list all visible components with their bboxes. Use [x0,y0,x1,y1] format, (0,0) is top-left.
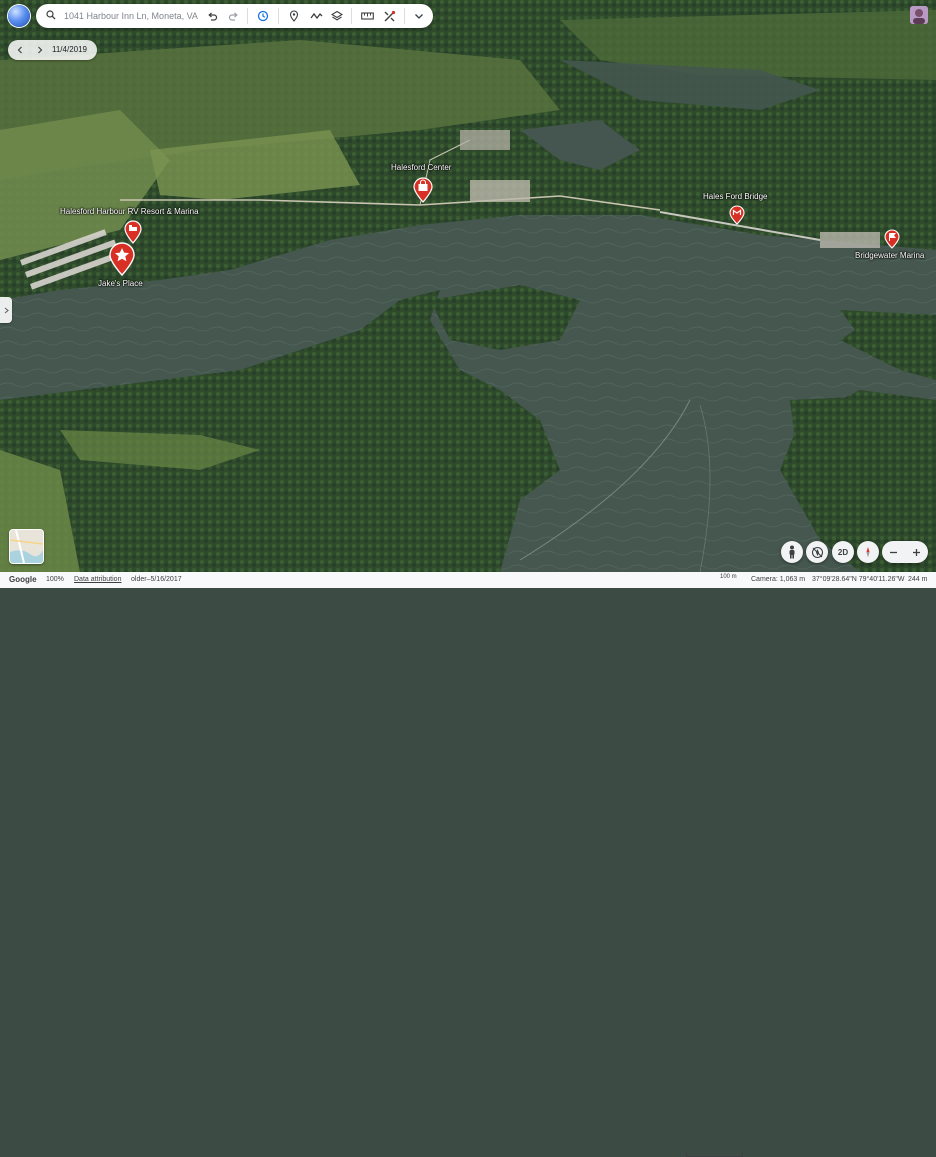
scale-bar [686,1151,743,1157]
pegman-icon [789,545,795,559]
place-label[interactable]: Hales Ford Bridge [703,192,767,201]
status-bar: Google 100% Data attribution older–5/16/… [0,572,936,1157]
measure-button[interactable] [357,6,377,26]
camera-altitude: Camera: 1,063 m [751,576,806,583]
satellite-map[interactable] [0,0,936,588]
zoom-in-button[interactable] [905,541,928,563]
toolbar-divider [404,8,405,24]
timelapse-button[interactable] [253,6,273,26]
toolbar [36,4,433,28]
toggle-2d-button[interactable]: 2D [832,541,854,563]
shopping-pin-icon[interactable] [413,177,433,203]
plus-icon [913,548,920,556]
elevation: 244 m [908,576,928,583]
place-label[interactable]: Bridgewater Marina [855,251,924,260]
undo-button[interactable] [202,6,222,26]
imagery-date-range: older–5/16/2017 [131,576,182,583]
avatar[interactable] [910,6,928,24]
google-logo: Google [9,575,37,584]
side-panel-toggle[interactable] [0,297,12,323]
add-placemark-button[interactable] [284,6,304,26]
compass-icon [866,547,870,557]
compass-button[interactable] [857,541,879,563]
minus-icon [890,551,897,553]
street-view-button[interactable] [781,541,803,563]
more-button[interactable] [409,6,429,26]
pin-icon [289,10,299,22]
historical-imagery-bar: 11/4/2019 [8,40,97,60]
zoom-out-button[interactable] [882,541,905,563]
place-label[interactable]: Jake's Place [98,279,143,288]
place-label[interactable]: Halesford Harbour RV Resort & Marina [60,207,199,216]
previous-date-button[interactable] [12,42,28,58]
starred-place-pin-icon[interactable] [108,242,136,276]
scale-label: 100 m [720,574,737,580]
imagery-date: 11/4/2019 [52,45,87,54]
toolbar-divider [247,8,248,24]
timelapse-icon [257,10,269,22]
redo-icon [228,12,238,21]
flag-pin-icon[interactable] [884,229,900,249]
toolbar-divider [278,8,279,24]
earth-logo[interactable] [8,5,30,27]
map-style-thumbnail[interactable] [9,529,44,564]
search-icon [46,10,56,20]
chevron-right-icon [4,307,9,313]
layers-icon [331,10,343,21]
coordinates: 37°09'28.64"N 79°40'11.26"W [812,576,905,583]
compass-off-icon [811,546,823,558]
draw-path-button[interactable] [306,6,326,26]
chevron-right-icon [38,46,43,54]
redo-button[interactable] [223,6,243,26]
place-label[interactable]: Halesford Center [391,163,451,172]
landmark-pin-icon[interactable] [729,205,745,225]
zoom-percent: 100% [46,576,64,583]
layers-button[interactable] [327,6,347,26]
reset-tilt-button[interactable] [806,541,828,563]
zoom-control [882,541,928,563]
next-date-button[interactable] [32,42,48,58]
satellite-icon [384,10,395,21]
path-icon [309,12,322,20]
chevron-down-icon [415,13,423,19]
undo-icon [207,12,217,21]
satellite-button[interactable] [379,6,399,26]
lodging-pin-icon[interactable] [124,220,142,244]
toolbar-divider [351,8,352,24]
measure-icon [360,12,374,20]
chevron-left-icon [17,46,22,54]
data-attribution-link[interactable]: Data attribution [74,576,121,583]
